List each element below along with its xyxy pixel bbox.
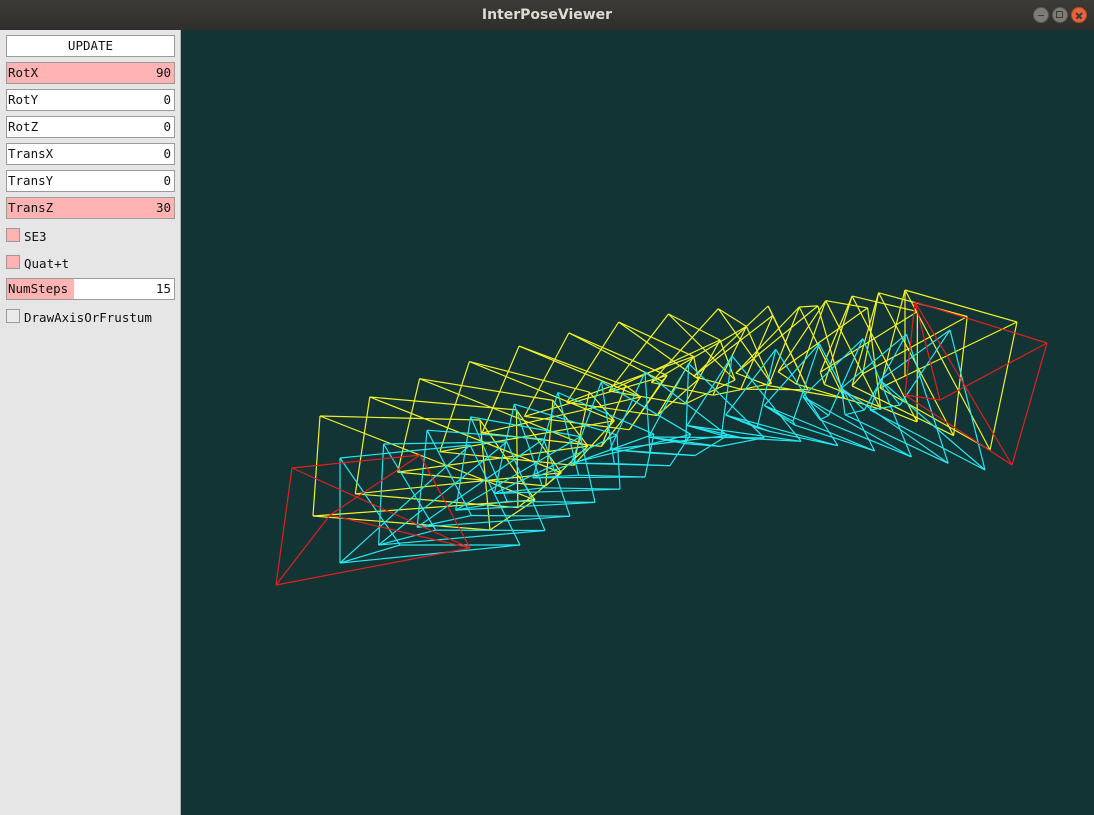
slider-value: 0 — [163, 119, 171, 134]
update-button[interactable]: UPDATE — [6, 35, 175, 57]
frustum-edge — [764, 404, 794, 422]
close-icon[interactable] — [1071, 7, 1087, 23]
frustum-edge — [1011, 342, 1048, 466]
slider-numsteps[interactable]: NumSteps 15 — [6, 278, 175, 300]
maximize-icon[interactable] — [1052, 7, 1068, 23]
checkbox-box[interactable] — [6, 228, 20, 242]
slider-roty[interactable]: RotY 0 — [6, 89, 175, 111]
frustum-edge — [693, 314, 774, 377]
slider-value: 30 — [155, 200, 171, 215]
frustum-edge — [740, 388, 808, 391]
slider-label: TransY — [8, 173, 54, 188]
frustum-edge — [319, 415, 481, 421]
slider-rotz[interactable]: RotZ 0 — [6, 116, 175, 138]
slider-value: 0 — [163, 146, 171, 161]
slider-label: NumSteps — [8, 281, 69, 296]
frustum-edge — [904, 394, 941, 401]
frustum-edge — [608, 339, 721, 392]
frustum-edge — [687, 424, 802, 442]
frustum-edge — [731, 355, 802, 442]
frustum-edge — [949, 329, 986, 471]
frustum-edge — [618, 321, 699, 380]
checkbox-box[interactable] — [6, 309, 20, 323]
checkbox-box[interactable] — [6, 255, 20, 269]
frustum-edge — [904, 289, 1018, 323]
title-bar[interactable]: InterPoseViewer — [0, 0, 1094, 31]
quat-t-frustum — [416, 429, 571, 528]
frustum-edge — [825, 300, 868, 309]
slider-value: 0 — [163, 92, 171, 107]
slider-transx[interactable]: TransX 0 — [6, 143, 175, 165]
frustum-edge — [717, 308, 747, 327]
frustum-edge — [648, 436, 765, 439]
frustum-edge — [777, 307, 868, 373]
slider-label: RotY — [8, 92, 39, 107]
frustum-edge — [904, 394, 1013, 466]
frustum-edge — [818, 343, 876, 452]
control-panel: UPDATE RotX 90 RotY 0 RotZ 0 TransX 0 Tr… — [0, 30, 181, 815]
frustum-edge — [844, 409, 865, 416]
slider-transz[interactable]: TransZ 30 — [6, 197, 175, 219]
frustum-edge — [799, 305, 818, 308]
slider-rotx[interactable]: RotX 90 — [6, 62, 175, 84]
frustum-edge — [291, 467, 471, 549]
frustum-edge — [355, 493, 518, 509]
se3-frustum — [439, 361, 615, 466]
frustum-edge — [668, 313, 721, 341]
frustum-edge — [383, 443, 437, 531]
frustum-edge — [571, 462, 615, 465]
frustum-edge — [469, 361, 590, 393]
quat-t-frustum — [725, 349, 839, 447]
checkbox-label: SE3 — [24, 229, 47, 244]
frustum-edge — [644, 371, 651, 454]
frustum-edge — [989, 321, 1018, 451]
frustum-edge — [802, 396, 821, 421]
slider-label: TransZ — [8, 200, 54, 215]
slider-transy[interactable]: TransY 0 — [6, 170, 175, 192]
frustum-edge — [862, 315, 968, 375]
frustum-edge — [471, 514, 571, 517]
frustum-edge — [568, 332, 668, 376]
slider-label: RotZ — [8, 119, 39, 134]
frustum-edge — [862, 292, 880, 374]
slider-label: TransX — [8, 146, 54, 161]
slider-value: 0 — [163, 173, 171, 188]
frustum-edge — [523, 332, 570, 417]
slider-label: RotX — [8, 65, 39, 80]
checkbox-label: Quat+t — [24, 256, 70, 271]
quat-t-frustum — [378, 441, 546, 546]
start-pose-frustum — [275, 454, 471, 586]
slider-value: 90 — [155, 65, 171, 80]
frustum-edge — [419, 378, 553, 401]
frustum-edge — [914, 301, 1048, 344]
frustum-scene — [275, 289, 1048, 586]
window-title: InterPoseViewer — [481, 7, 613, 23]
frustum-edge — [518, 345, 626, 387]
frustum-edge — [819, 295, 853, 373]
checkbox-label: DrawAxisOrFrustum — [24, 310, 152, 325]
minimize-icon[interactable] — [1033, 7, 1049, 23]
frustum-edge — [819, 414, 829, 421]
slider-value: 15 — [155, 281, 171, 296]
frustum-edge — [542, 487, 621, 490]
frustum-edge — [439, 361, 470, 452]
se3-frustum — [481, 345, 642, 447]
frustum-edge — [764, 404, 875, 452]
frustum-edge — [339, 544, 521, 564]
frustum-edge — [339, 457, 401, 546]
frustum-edge — [725, 414, 758, 429]
frustum-edge — [507, 500, 596, 503]
app-window: InterPoseViewer UPDATE RotX 90 RotY 0 Ro… — [0, 0, 1094, 815]
frustum-edge — [489, 499, 536, 531]
frustum-edge — [953, 316, 968, 436]
frustum-edge — [616, 434, 621, 490]
se3-frustum — [566, 321, 700, 417]
frustum-edge — [354, 396, 371, 494]
3d-viewport[interactable] — [181, 30, 1094, 815]
frustum-edge — [767, 305, 774, 316]
se3-frustum — [312, 415, 536, 531]
frustum-edge — [514, 403, 618, 436]
frustum-edge — [802, 396, 829, 416]
frustum-edge — [869, 409, 986, 471]
